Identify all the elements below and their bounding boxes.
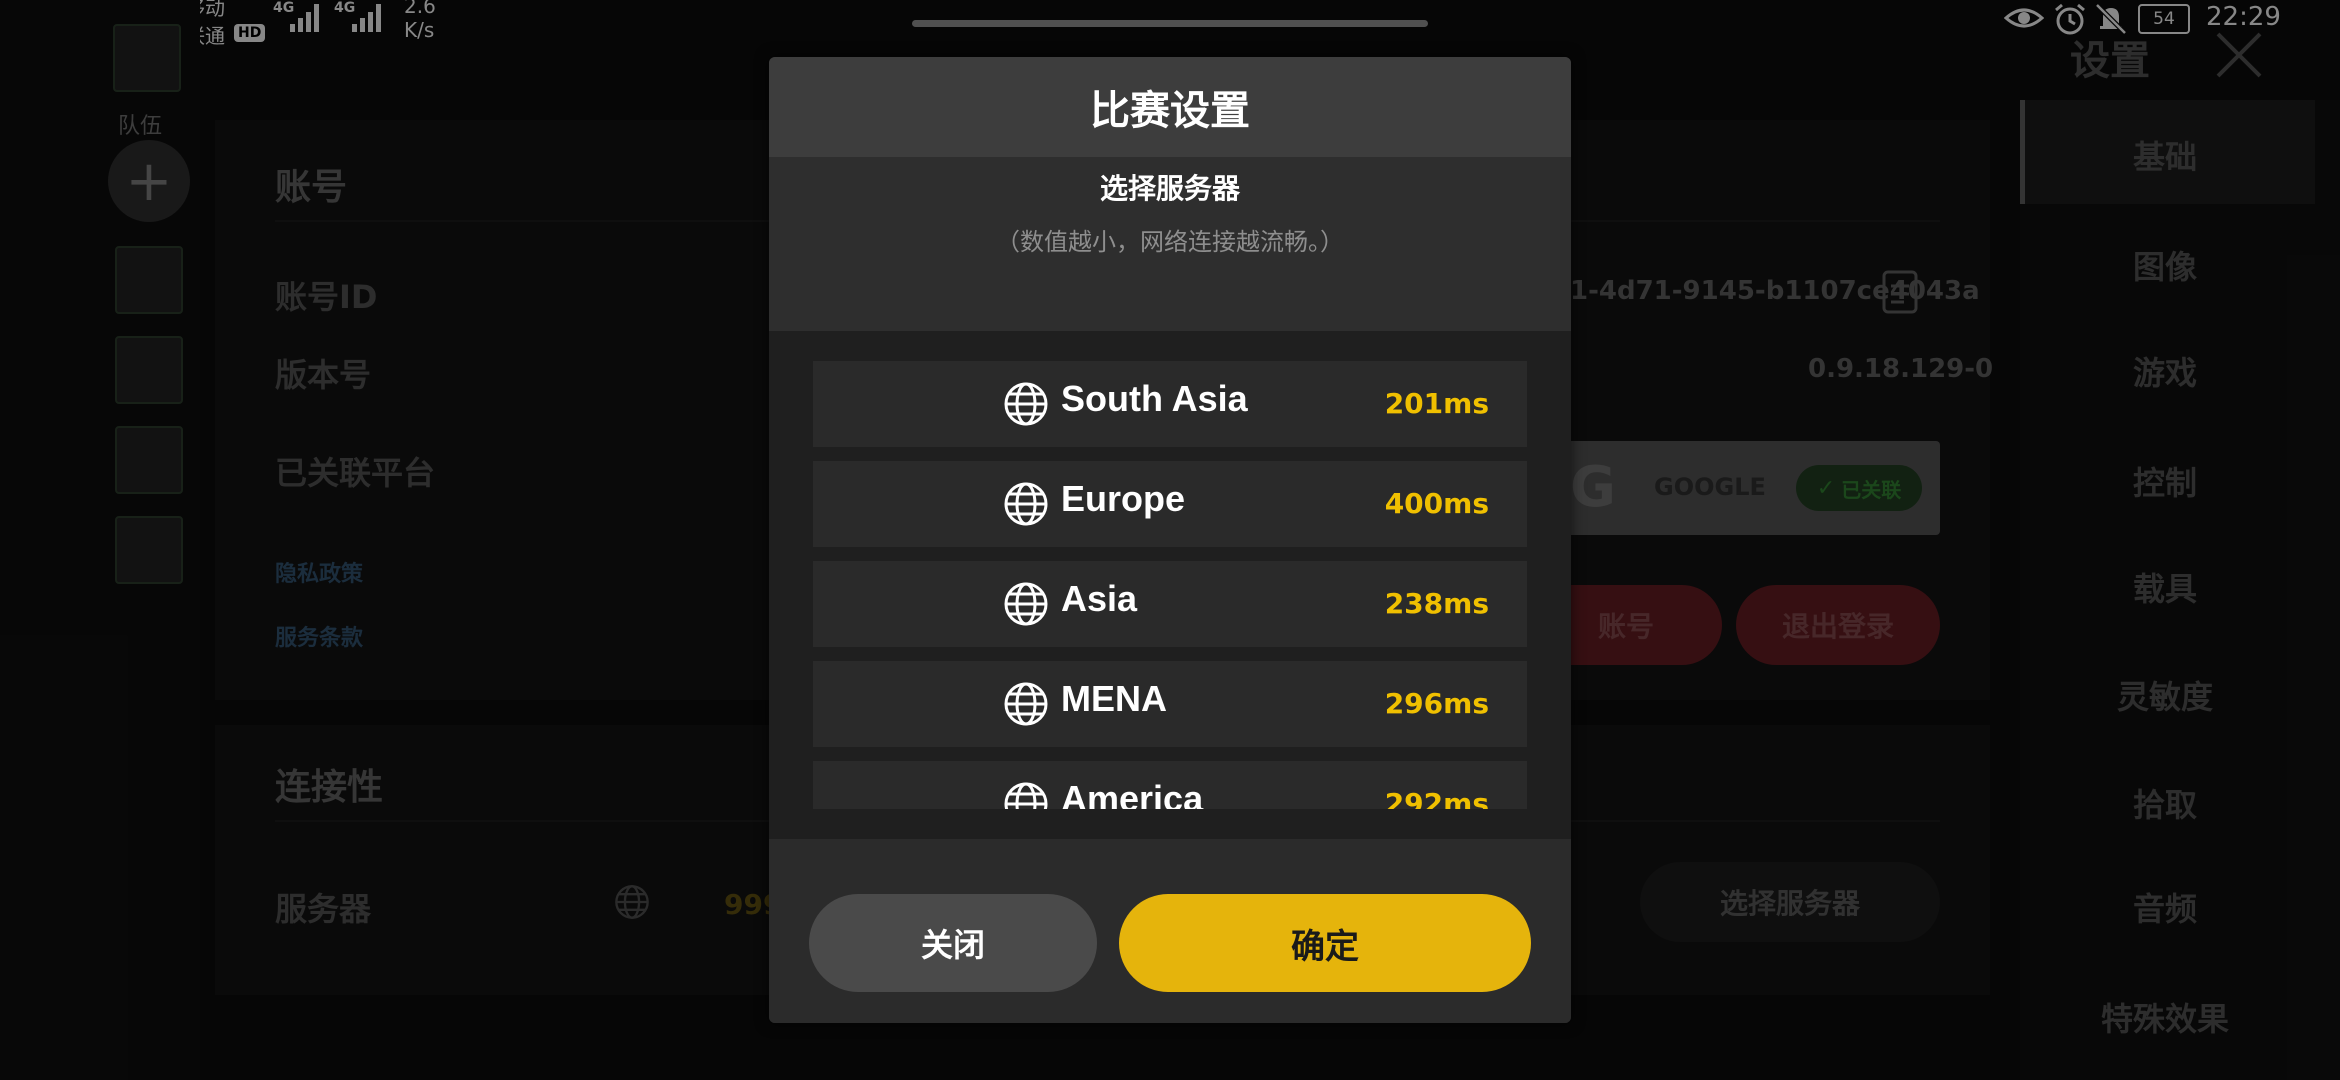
dialog-title: 比赛设置 bbox=[1090, 88, 1250, 134]
server-name: America bbox=[1061, 778, 1204, 809]
globe-icon bbox=[1004, 782, 1048, 809]
server-list[interactable]: South Asia 201ms Europe 400ms Asia 238ms… bbox=[813, 361, 1527, 809]
server-ping: 400ms bbox=[1384, 487, 1489, 520]
server-name: Asia bbox=[1061, 578, 1138, 619]
server-ping: 238ms bbox=[1384, 587, 1489, 620]
globe-icon bbox=[1004, 582, 1048, 626]
server-row-mena[interactable]: MENA 296ms bbox=[813, 661, 1527, 747]
globe-icon bbox=[1004, 682, 1048, 726]
dialog-header: 比赛设置 bbox=[769, 57, 1571, 157]
latency-hint: （数值越小，网络连接越流畅。） bbox=[996, 228, 1344, 256]
globe-icon bbox=[1004, 382, 1048, 426]
server-name: Europe bbox=[1061, 478, 1186, 519]
confirm-button[interactable]: 确定 bbox=[1119, 894, 1531, 992]
server-ping: 296ms bbox=[1384, 687, 1489, 720]
server-name: South Asia bbox=[1061, 378, 1248, 419]
server-row-asia[interactable]: Asia 238ms bbox=[813, 561, 1527, 647]
globe-icon bbox=[1004, 482, 1048, 526]
server-row-europe[interactable]: Europe 400ms bbox=[813, 461, 1527, 547]
server-row-america[interactable]: America 292ms bbox=[813, 761, 1527, 809]
server-ping: 292ms bbox=[1384, 787, 1489, 809]
close-button[interactable]: 关闭 bbox=[809, 894, 1097, 992]
match-settings-dialog: 比赛设置 选择服务器 （数值越小，网络连接越流畅。） South Asia 20… bbox=[769, 57, 1571, 1023]
server-row-south-asia[interactable]: South Asia 201ms bbox=[813, 361, 1527, 447]
server-ping: 201ms bbox=[1384, 387, 1489, 420]
server-name: MENA bbox=[1061, 678, 1167, 719]
select-server-title: 选择服务器 bbox=[1099, 172, 1240, 205]
